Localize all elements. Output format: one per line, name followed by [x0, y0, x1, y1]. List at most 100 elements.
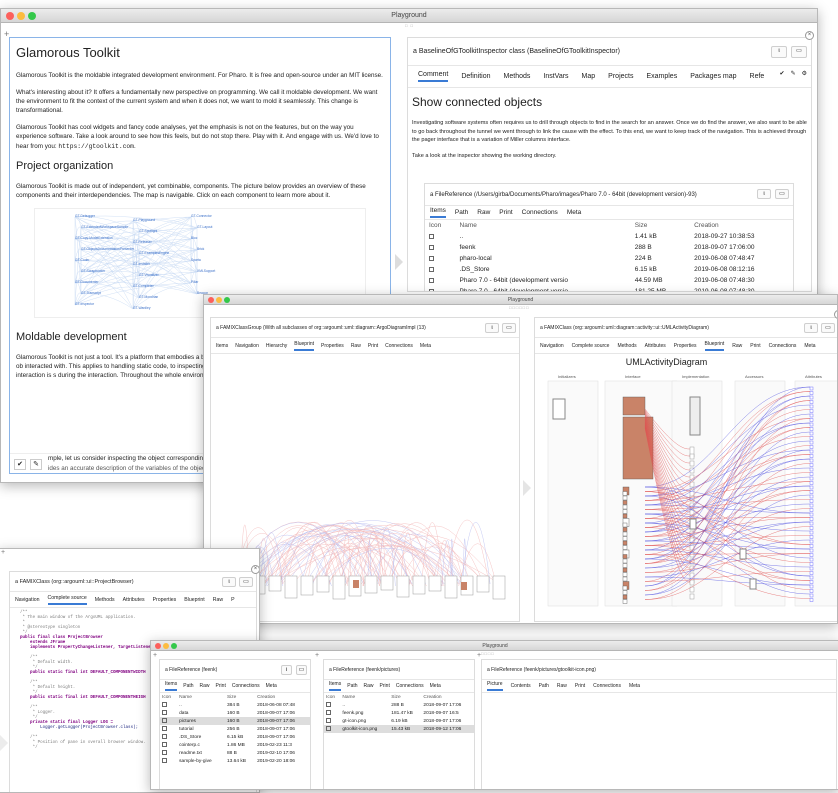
pager-arrow-icon[interactable]: [395, 254, 403, 270]
map-node[interactable]: GT-ExtendedWorkspaceSample: [81, 225, 128, 229]
table-row[interactable]: gtoolkit-icon.png15.43 kB2018-09-12 17:0…: [324, 725, 474, 733]
tab-raw[interactable]: Raw: [213, 597, 223, 603]
tab-connections[interactable]: Connections: [522, 209, 558, 216]
tab-refe[interactable]: Refe: [750, 73, 765, 80]
tab-picture[interactable]: Picture: [487, 681, 503, 691]
tab-print[interactable]: Print: [499, 209, 512, 216]
tab-path[interactable]: Path: [347, 683, 357, 689]
pager-arrow-icon[interactable]: [523, 480, 531, 496]
pane-toggle-icon[interactable]: ▭: [791, 46, 807, 58]
map-node[interactable]: GT-Transcript: [81, 291, 101, 295]
map-node[interactable]: Sparta: [191, 258, 201, 262]
tab-connections[interactable]: Connections: [385, 343, 413, 349]
pager-dots[interactable]: □□□□□□: [509, 305, 530, 310]
tab-blueprint[interactable]: Blueprint: [184, 597, 204, 603]
tab-items[interactable]: Items: [329, 681, 341, 691]
add-pane-icon[interactable]: +: [477, 652, 481, 659]
website-link[interactable]: https://gtoolkit.com: [58, 143, 134, 150]
add-pane-icon[interactable]: +: [153, 652, 157, 659]
tab-comment[interactable]: Comment: [418, 71, 448, 82]
tab-projects[interactable]: Projects: [608, 73, 633, 80]
map-node[interactable]: GT-Layout: [197, 225, 212, 229]
pane-toggle-icon[interactable]: ▭: [296, 665, 307, 675]
inspect-icon[interactable]: ι: [281, 665, 292, 675]
add-pane-icon[interactable]: +: [1, 549, 5, 556]
tab-items[interactable]: Items: [165, 681, 177, 691]
map-node[interactable]: GT-Scrapbooker: [81, 269, 106, 273]
map-node[interactable]: GT-Wardley: [133, 306, 151, 310]
table-row[interactable]: pharo-local224 B2019-06-08 07:48:47: [425, 253, 793, 264]
tab-meta[interactable]: Meta: [420, 343, 431, 349]
tab-examples[interactable]: Examples: [646, 73, 677, 80]
map-node[interactable]: GT-Documenter: [75, 280, 99, 284]
tab-raw[interactable]: Raw: [364, 683, 374, 689]
map-node[interactable]: GT-Mondrian: [139, 295, 158, 299]
tab-properties[interactable]: Properties: [321, 343, 344, 349]
pager-arrow-icon[interactable]: [0, 735, 8, 751]
close-pane-icon[interactable]: ×: [251, 565, 260, 574]
tab-print[interactable]: Print: [750, 343, 760, 349]
accept-button[interactable]: ✔: [14, 459, 26, 470]
map-node[interactable]: GT-Releaser: [133, 240, 153, 244]
tab-instvars[interactable]: InstVars: [543, 73, 568, 80]
map-node[interactable]: XMLSupport: [197, 269, 215, 273]
edit-pencil-icon[interactable]: ✎: [30, 459, 42, 470]
inspect-icon[interactable]: ι: [771, 46, 787, 58]
tab-navigation[interactable]: Navigation: [15, 597, 40, 603]
minimize-window-button[interactable]: [163, 643, 169, 649]
zoom-window-button[interactable]: [28, 12, 36, 20]
inspect-icon[interactable]: ι: [804, 323, 818, 333]
close-window-button[interactable]: [208, 297, 214, 303]
zoom-window-button[interactable]: [171, 643, 177, 649]
settings-icon[interactable]: ⚙: [802, 71, 807, 77]
tab-properties[interactable]: Properties: [153, 597, 177, 603]
map-node[interactable]: GT-Visualizer: [139, 273, 160, 277]
minimize-window-button[interactable]: [17, 12, 25, 20]
tab-complete-source[interactable]: Complete source: [48, 595, 87, 605]
accept-icon[interactable]: ✔: [780, 71, 785, 77]
map-node[interactable]: GT-Installer: [133, 262, 151, 266]
map-node[interactable]: GT-Spotlight: [139, 229, 157, 233]
tab-connections[interactable]: Connections: [593, 683, 621, 689]
table-row[interactable]: ..384 B2018-06-08 07:48: [160, 701, 310, 709]
tab-connections[interactable]: Connections: [396, 683, 424, 689]
table-row[interactable]: tutorial256 B2018-09-07 17:06: [160, 725, 310, 733]
tab-print[interactable]: Print: [368, 343, 378, 349]
tab-print[interactable]: Print: [575, 683, 585, 689]
map-node[interactable]: Pillar: [191, 280, 199, 284]
tab-complete-source[interactable]: Complete source: [572, 343, 610, 349]
tab-meta[interactable]: Meta: [266, 683, 277, 689]
map-node[interactable]: Bloc: [191, 236, 198, 240]
tab-meta[interactable]: Meta: [567, 209, 581, 216]
tab-methods[interactable]: Methods: [504, 73, 531, 80]
table-row[interactable]: sample-by-give13.64 kB2019-02-20 18:06: [160, 757, 310, 765]
table-row[interactable]: .DS_Store6.15 kB2018-09-07 17:06: [160, 733, 310, 741]
map-node[interactable]: GT-Coder: [75, 258, 90, 262]
close-window-button[interactable]: [155, 643, 161, 649]
tab-raw[interactable]: Raw: [200, 683, 210, 689]
inspect-icon[interactable]: ι: [757, 189, 771, 199]
table-row[interactable]: cointerp.c1.86 MB2019-02-23 11:3: [160, 741, 310, 749]
tab-hierarchy[interactable]: Hierarchy: [266, 343, 287, 349]
tab-contents[interactable]: Contents: [511, 683, 531, 689]
tab-raw[interactable]: Raw: [732, 343, 742, 349]
tab-blueprint[interactable]: Blueprint: [705, 341, 725, 351]
minimize-window-button[interactable]: [216, 297, 222, 303]
tab-items[interactable]: Items: [216, 343, 228, 349]
tab-map[interactable]: Map: [582, 73, 596, 80]
pane-toggle-icon[interactable]: ▭: [775, 189, 789, 199]
pencil-icon[interactable]: ✎: [791, 71, 796, 77]
table-row[interactable]: ..288 B2018-09-07 17:06: [324, 701, 474, 709]
tab-attributes[interactable]: Attributes: [123, 597, 145, 603]
pager-dots[interactable]: □ □: [405, 23, 414, 28]
close-window-button[interactable]: [6, 12, 14, 20]
tab-connections[interactable]: Connections: [769, 343, 797, 349]
zoom-window-button[interactable]: [224, 297, 230, 303]
table-row[interactable]: data160 B2018-09-07 17:06: [160, 709, 310, 717]
map-node[interactable]: GT-ObjectsDocumentationPresenter: [81, 247, 135, 251]
tab-path[interactable]: Path: [183, 683, 193, 689]
map-node[interactable]: GT-Playground: [133, 218, 155, 222]
map-node[interactable]: GT-Connector: [191, 214, 213, 218]
pane-toggle-icon[interactable]: ▭: [239, 577, 253, 587]
tab-blueprint[interactable]: Blueprint: [294, 341, 314, 351]
